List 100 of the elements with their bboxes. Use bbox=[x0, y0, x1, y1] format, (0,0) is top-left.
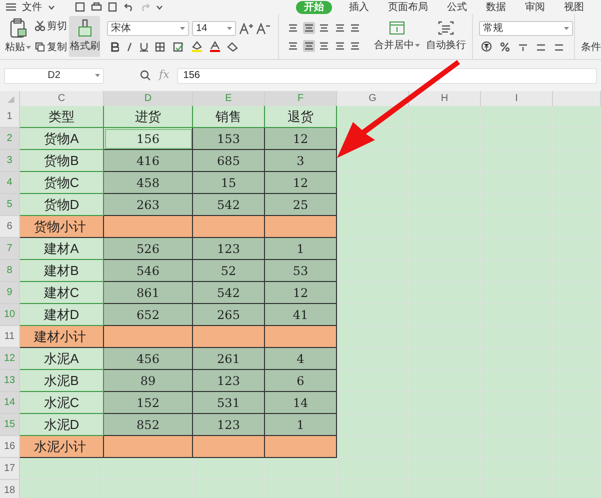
table-cell[interactable]: 14 bbox=[265, 392, 337, 414]
table-cell[interactable]: 53 bbox=[265, 260, 337, 282]
underline-icon[interactable] bbox=[140, 42, 148, 52]
align-icon[interactable] bbox=[348, 40, 361, 52]
align-icon[interactable] bbox=[287, 22, 300, 34]
cell-style-icon[interactable] bbox=[173, 42, 184, 52]
table-cell[interactable] bbox=[265, 436, 337, 458]
table-cell[interactable]: 685 bbox=[193, 150, 265, 172]
table-cell[interactable] bbox=[265, 326, 337, 348]
number-format-dropdown[interactable]: 常规 bbox=[479, 21, 574, 36]
table-cell[interactable] bbox=[193, 216, 265, 238]
row-header[interactable]: 11 bbox=[0, 326, 20, 348]
table-cell[interactable]: 水泥C bbox=[20, 392, 104, 414]
table-cell[interactable]: 261 bbox=[193, 348, 265, 370]
borders-icon[interactable] bbox=[155, 42, 166, 52]
italic-icon[interactable] bbox=[126, 42, 134, 52]
menu-icon[interactable] bbox=[6, 3, 16, 11]
name-box[interactable]: D2 bbox=[4, 68, 104, 84]
table-cell[interactable]: 货物小计 bbox=[20, 216, 104, 238]
wrap-text-button[interactable]: 自动换行 bbox=[426, 14, 474, 59]
brush-icon[interactable] bbox=[78, 19, 92, 37]
clipboard-icon[interactable] bbox=[9, 18, 27, 38]
table-cell[interactable]: 25 bbox=[265, 194, 337, 216]
table-cell[interactable]: 建材B bbox=[20, 260, 104, 282]
table-cell[interactable]: 水泥小计 bbox=[20, 436, 104, 458]
table-cell[interactable] bbox=[193, 436, 265, 458]
cut-button[interactable]: 剪切 bbox=[47, 18, 67, 34]
table-cell[interactable]: 546 bbox=[104, 260, 193, 282]
table-cell[interactable]: 12 bbox=[265, 282, 337, 304]
caret-icon[interactable] bbox=[227, 27, 232, 30]
align-icon[interactable] bbox=[287, 40, 300, 52]
chevron-icon[interactable] bbox=[156, 4, 163, 10]
table-cell[interactable] bbox=[104, 216, 193, 238]
table-cell[interactable]: 123 bbox=[193, 414, 265, 436]
table-cell[interactable]: 4 bbox=[265, 348, 337, 370]
zoom-icon[interactable] bbox=[140, 70, 151, 81]
table-cell[interactable]: 458 bbox=[104, 172, 193, 194]
paste-button[interactable]: 粘贴 bbox=[5, 40, 25, 55]
ribbon-tab[interactable]: 页面布局 bbox=[386, 0, 430, 14]
chevron-icon[interactable] bbox=[48, 4, 55, 10]
font-name-dropdown[interactable]: 宋体 bbox=[107, 21, 190, 36]
table-cell[interactable]: 852 bbox=[104, 414, 193, 436]
table-cell[interactable]: 建材C bbox=[20, 282, 104, 304]
table-cell[interactable]: 41 bbox=[265, 304, 337, 326]
table-cell[interactable]: 456 bbox=[104, 348, 193, 370]
percent-icon[interactable] bbox=[500, 42, 510, 52]
table-cell[interactable]: 156 bbox=[104, 128, 193, 150]
align-icon[interactable] bbox=[302, 22, 315, 34]
row-header[interactable]: 1 bbox=[0, 106, 20, 128]
align-icon[interactable] bbox=[318, 40, 330, 52]
eraser-icon[interactable] bbox=[227, 42, 238, 52]
font-size-dropdown[interactable]: 14 bbox=[192, 21, 236, 36]
table-cell[interactable] bbox=[193, 326, 265, 348]
table-cell[interactable]: 12 bbox=[265, 172, 337, 194]
formula-input[interactable]: 156 bbox=[177, 68, 597, 84]
table-cell[interactable]: 水泥D bbox=[20, 414, 104, 436]
table-cell[interactable]: 水泥A bbox=[20, 348, 104, 370]
table-cell[interactable]: 15 bbox=[193, 172, 265, 194]
align-icon[interactable] bbox=[302, 40, 315, 52]
fill-color-icon[interactable] bbox=[191, 41, 204, 52]
column-heading[interactable]: 退货 bbox=[265, 106, 337, 128]
table-cell[interactable]: 416 bbox=[104, 150, 193, 172]
ribbon-tab[interactable]: 视图 bbox=[562, 0, 586, 14]
table-cell[interactable] bbox=[265, 216, 337, 238]
caret-icon[interactable] bbox=[415, 44, 420, 46]
bold-icon[interactable] bbox=[111, 42, 120, 52]
align-icon[interactable] bbox=[334, 40, 346, 52]
format-painter-button[interactable]: 格式刷 bbox=[69, 16, 100, 57]
table-cell[interactable] bbox=[104, 436, 193, 458]
copy-button[interactable]: 复制 bbox=[47, 40, 67, 54]
table-cell[interactable]: 货物D bbox=[20, 194, 104, 216]
caret-icon[interactable] bbox=[95, 74, 100, 77]
caret-icon[interactable] bbox=[564, 27, 570, 30]
merge-icon[interactable] bbox=[389, 20, 406, 34]
table-cell[interactable] bbox=[104, 326, 193, 348]
file-menu[interactable]: 文件 bbox=[22, 0, 42, 14]
table-cell[interactable]: 531 bbox=[193, 392, 265, 414]
column-heading[interactable]: 销售 bbox=[193, 106, 265, 128]
table-cell[interactable]: 123 bbox=[193, 370, 265, 392]
table-cell[interactable]: 52 bbox=[193, 260, 265, 282]
caret-icon[interactable] bbox=[180, 27, 186, 30]
table-cell[interactable]: 建材A bbox=[20, 238, 104, 260]
increase-font-icon[interactable] bbox=[239, 22, 254, 34]
table-cell[interactable]: 123 bbox=[193, 238, 265, 260]
ribbon-tab[interactable]: 审阅 bbox=[523, 0, 547, 14]
align-icon[interactable] bbox=[334, 22, 346, 34]
table-cell[interactable]: 542 bbox=[193, 282, 265, 304]
table-cell[interactable]: 建材小计 bbox=[20, 326, 104, 348]
table-cell[interactable]: 货物A bbox=[20, 128, 104, 150]
undo-icon[interactable] bbox=[124, 3, 134, 11]
scissors-icon[interactable] bbox=[35, 21, 45, 31]
wrap-icon[interactable] bbox=[438, 20, 454, 34]
table-cell[interactable]: 263 bbox=[104, 194, 193, 216]
row-header[interactable]: 6 bbox=[0, 216, 20, 238]
decrease-font-icon[interactable] bbox=[256, 22, 270, 34]
caret-icon[interactable] bbox=[26, 46, 31, 49]
table-cell[interactable]: 水泥B bbox=[20, 370, 104, 392]
currency-icon[interactable] bbox=[481, 41, 492, 52]
table-cell[interactable]: 12 bbox=[265, 128, 337, 150]
merge-center-button[interactable]: 合并居中 bbox=[374, 14, 420, 59]
